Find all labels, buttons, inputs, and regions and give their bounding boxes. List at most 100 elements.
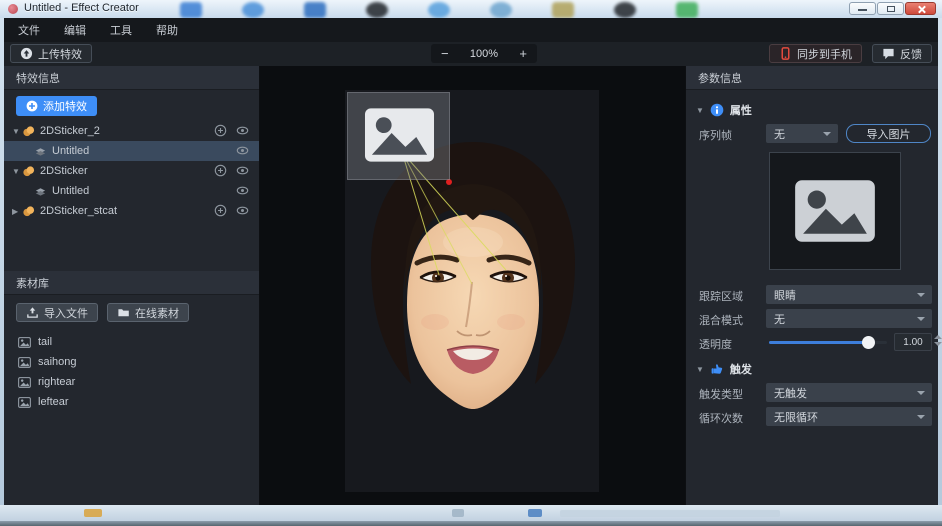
- visibility-eye-icon[interactable]: [236, 124, 249, 137]
- material-list: tail saihong rightear leftear: [4, 332, 259, 412]
- sequence-frame-select[interactable]: 无: [766, 124, 838, 143]
- material-item-saihong[interactable]: saihong: [4, 352, 259, 372]
- taskbar-item: [560, 510, 780, 517]
- visibility-eye-icon[interactable]: [236, 164, 249, 177]
- taskbar-edge: [0, 521, 942, 526]
- trigger-type-label: 触发类型: [699, 386, 743, 402]
- zoom-control: − 100% +: [431, 44, 537, 63]
- tracking-area-select[interactable]: 眼睛: [766, 285, 932, 304]
- menu-file[interactable]: 文件: [18, 22, 40, 38]
- step-down-icon[interactable]: [934, 342, 942, 346]
- tree-item-2dsticker[interactable]: ▼ 2DSticker: [4, 161, 259, 181]
- online-material-label: 在线素材: [135, 305, 179, 321]
- sticker-placeholder[interactable]: [347, 92, 450, 180]
- material-item-tail[interactable]: tail: [4, 332, 259, 352]
- tree-item-untitled[interactable]: Untitled: [4, 181, 259, 201]
- sticker-image-preview[interactable]: [769, 152, 901, 270]
- feedback-button[interactable]: 反馈: [872, 44, 932, 63]
- add-child-icon[interactable]: [214, 204, 227, 217]
- upload-effect-label: 上传特效: [38, 46, 82, 62]
- menu-edit[interactable]: 编辑: [64, 22, 86, 38]
- material-library-header: 素材库: [4, 271, 259, 295]
- minimize-button[interactable]: [849, 2, 876, 15]
- tree-item-label: 2DSticker_2: [40, 125, 100, 137]
- tree-item-label: Untitled: [52, 185, 89, 197]
- folder-icon: [117, 306, 130, 319]
- sync-to-phone-button[interactable]: 同步到手机: [769, 44, 862, 63]
- blend-mode-label: 混合模式: [699, 312, 743, 328]
- add-effect-button[interactable]: 添加特效: [16, 96, 97, 116]
- visibility-eye-icon[interactable]: [236, 184, 249, 197]
- window-right-border: [938, 18, 942, 505]
- tree-item-2dsticker-2[interactable]: ▼ 2DSticker_2: [4, 121, 259, 141]
- online-material-button[interactable]: 在线素材: [107, 303, 189, 322]
- sticker-group-icon: [22, 165, 35, 178]
- layer-icon: [34, 185, 47, 198]
- add-child-icon[interactable]: [214, 124, 227, 137]
- add-effect-label: 添加特效: [43, 98, 87, 114]
- trigger-section-row[interactable]: ▼ 触发: [686, 359, 938, 379]
- import-upload-icon: [26, 306, 39, 319]
- tree-item-untitled-selected[interactable]: Untitled: [4, 141, 259, 161]
- feedback-chat-icon: [882, 47, 895, 60]
- material-name: saihong: [38, 356, 77, 368]
- step-up-icon[interactable]: [934, 335, 942, 339]
- sequence-frame-row: 序列帧 无 导入图片: [686, 124, 938, 144]
- preview-stage[interactable]: [345, 90, 599, 492]
- sequence-frame-value: 无: [774, 126, 785, 142]
- expanded-arrow-icon[interactable]: ▼: [12, 127, 22, 136]
- material-image-icon: [18, 396, 31, 409]
- expanded-arrow-icon[interactable]: ▼: [12, 167, 22, 176]
- parameter-panel: 参数信息 ▼ 属性 序列帧 无 导入图片: [685, 66, 938, 505]
- properties-section-label: 属性: [730, 102, 752, 118]
- visibility-eye-icon[interactable]: [236, 204, 249, 217]
- tracking-area-label: 跟踪区域: [699, 288, 743, 304]
- taskbar-item: [84, 509, 102, 517]
- menu-tools[interactable]: 工具: [110, 22, 132, 38]
- add-child-icon[interactable]: [214, 164, 227, 177]
- plus-circle-icon: [26, 100, 38, 112]
- loop-count-select[interactable]: 无限循环: [766, 407, 932, 426]
- material-name: tail: [38, 336, 52, 348]
- collapsed-arrow-icon[interactable]: ▶: [12, 207, 22, 216]
- upload-icon: [20, 47, 33, 60]
- parameter-info-header: 参数信息: [686, 66, 938, 90]
- opacity-value-box[interactable]: 1.00: [894, 333, 932, 351]
- effect-info-panel: 特效信息 添加特效 ▼ 2DSticker_2: [4, 66, 260, 505]
- taskbar-item: [528, 509, 542, 517]
- feedback-label: 反馈: [900, 46, 922, 62]
- close-button[interactable]: [905, 2, 936, 15]
- glass-background-icons: [180, 2, 860, 18]
- opacity-stepper[interactable]: [934, 335, 942, 346]
- maximize-button[interactable]: [877, 2, 904, 15]
- trigger-type-select[interactable]: 无触发: [766, 383, 932, 402]
- image-placeholder-icon: [794, 179, 876, 243]
- section-expanded-arrow-icon[interactable]: ▼: [696, 365, 704, 374]
- preview-canvas: [260, 66, 685, 505]
- trigger-type-row: 触发类型 无触发: [686, 383, 938, 403]
- import-file-button[interactable]: 导入文件: [16, 303, 98, 322]
- upload-effect-button[interactable]: 上传特效: [10, 44, 92, 63]
- tree-item-label: Untitled: [52, 145, 89, 157]
- app-window: Untitled - Effect Creator 文件 编辑 工具 帮助 上传…: [0, 0, 942, 526]
- menu-help[interactable]: 帮助: [156, 22, 178, 38]
- material-item-leftear[interactable]: leftear: [4, 392, 259, 412]
- taskbar-strip: [0, 505, 942, 526]
- tree-item-2dsticker-stcat[interactable]: ▶ 2DSticker_stcat: [4, 201, 259, 221]
- title-bar: Untitled - Effect Creator: [0, 0, 942, 18]
- opacity-label: 透明度: [699, 336, 732, 352]
- properties-section-row[interactable]: ▼ 属性: [686, 100, 938, 120]
- import-image-button[interactable]: 导入图片: [846, 124, 931, 143]
- chevron-down-icon: [917, 415, 925, 419]
- import-image-label: 导入图片: [867, 126, 911, 142]
- blend-mode-select[interactable]: 无: [766, 309, 932, 328]
- material-item-rightear[interactable]: rightear: [4, 372, 259, 392]
- visibility-eye-icon[interactable]: [236, 144, 249, 157]
- opacity-slider[interactable]: [769, 341, 887, 344]
- opacity-slider-knob[interactable]: [862, 336, 875, 349]
- zoom-out-button[interactable]: −: [441, 47, 449, 60]
- phone-icon: [779, 47, 792, 60]
- window-title: Untitled - Effect Creator: [24, 2, 139, 14]
- zoom-in-button[interactable]: +: [519, 47, 527, 60]
- section-expanded-arrow-icon[interactable]: ▼: [696, 106, 704, 115]
